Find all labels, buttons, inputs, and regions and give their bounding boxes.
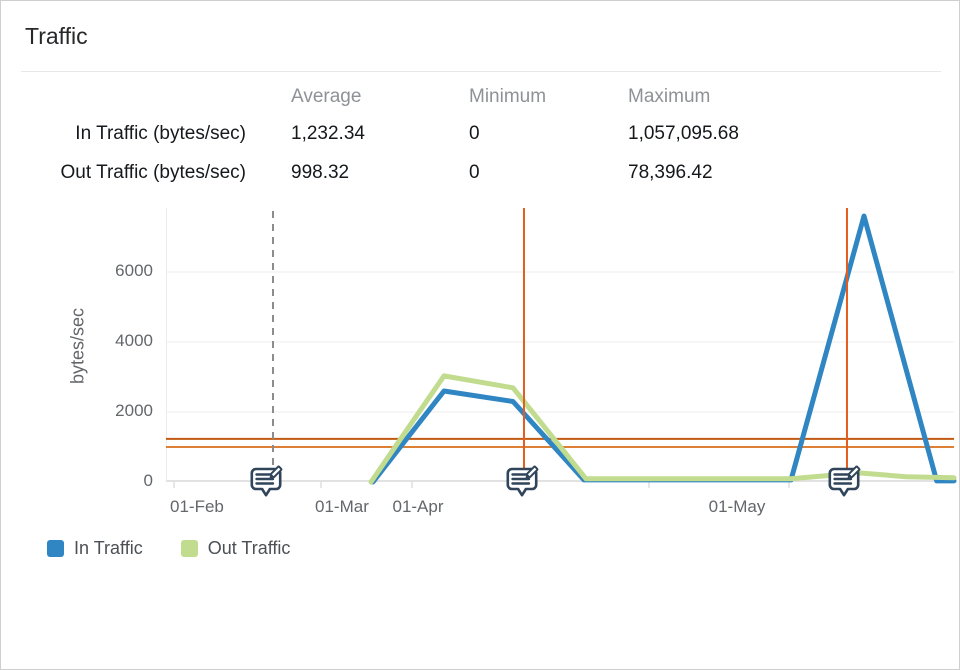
legend-label-out-traffic: Out Traffic xyxy=(208,538,291,559)
panel-title: Traffic xyxy=(25,23,88,50)
out-traffic-maximum: 78,396.42 xyxy=(628,162,713,184)
annotation-marker[interactable] xyxy=(247,463,285,501)
out-traffic-minimum: 0 xyxy=(469,162,480,184)
annotation-marker[interactable] xyxy=(825,463,863,501)
traffic-panel: Traffic Average Minimum Maximum In Traff… xyxy=(0,0,960,670)
out-traffic-average: 998.32 xyxy=(291,162,349,184)
plot-svg[interactable] xyxy=(166,208,954,482)
out-traffic-swatch-icon xyxy=(181,540,198,557)
column-header-minimum: Minimum xyxy=(469,86,546,108)
y-tick-label: 2000 xyxy=(93,401,153,421)
y-axis-label: bytes/sec xyxy=(68,308,89,384)
chart-legend: In Traffic Out Traffic xyxy=(47,538,290,559)
row-label-in-traffic: In Traffic (bytes/sec) xyxy=(1,123,246,145)
note-pencil-icon xyxy=(247,463,285,501)
note-pencil-icon xyxy=(825,463,863,501)
y-tick-label: 6000 xyxy=(93,261,153,281)
in-traffic-average: 1,232.34 xyxy=(291,123,365,145)
column-header-maximum: Maximum xyxy=(628,86,710,108)
in-traffic-maximum: 1,057,095.68 xyxy=(628,123,739,145)
in-traffic-swatch-icon xyxy=(47,540,64,557)
annotation-marker[interactable] xyxy=(503,463,541,501)
legend-item-in-traffic[interactable]: In Traffic xyxy=(47,538,143,559)
x-tick-label: 01-Mar xyxy=(315,497,369,517)
note-pencil-icon xyxy=(503,463,541,501)
column-header-average: Average xyxy=(291,86,361,108)
series-line-in-traffic xyxy=(373,216,954,482)
x-tick-label: 01-May xyxy=(709,497,766,517)
x-tick-label: 01-Feb xyxy=(170,497,224,517)
legend-label-in-traffic: In Traffic xyxy=(74,538,143,559)
x-tick-label: 01-Apr xyxy=(392,497,443,517)
in-traffic-minimum: 0 xyxy=(469,123,480,145)
legend-item-out-traffic[interactable]: Out Traffic xyxy=(181,538,291,559)
y-tick-label: 4000 xyxy=(93,331,153,351)
y-tick-label: 0 xyxy=(93,471,153,491)
title-divider xyxy=(21,71,941,72)
row-label-out-traffic: Out Traffic (bytes/sec) xyxy=(1,162,246,184)
